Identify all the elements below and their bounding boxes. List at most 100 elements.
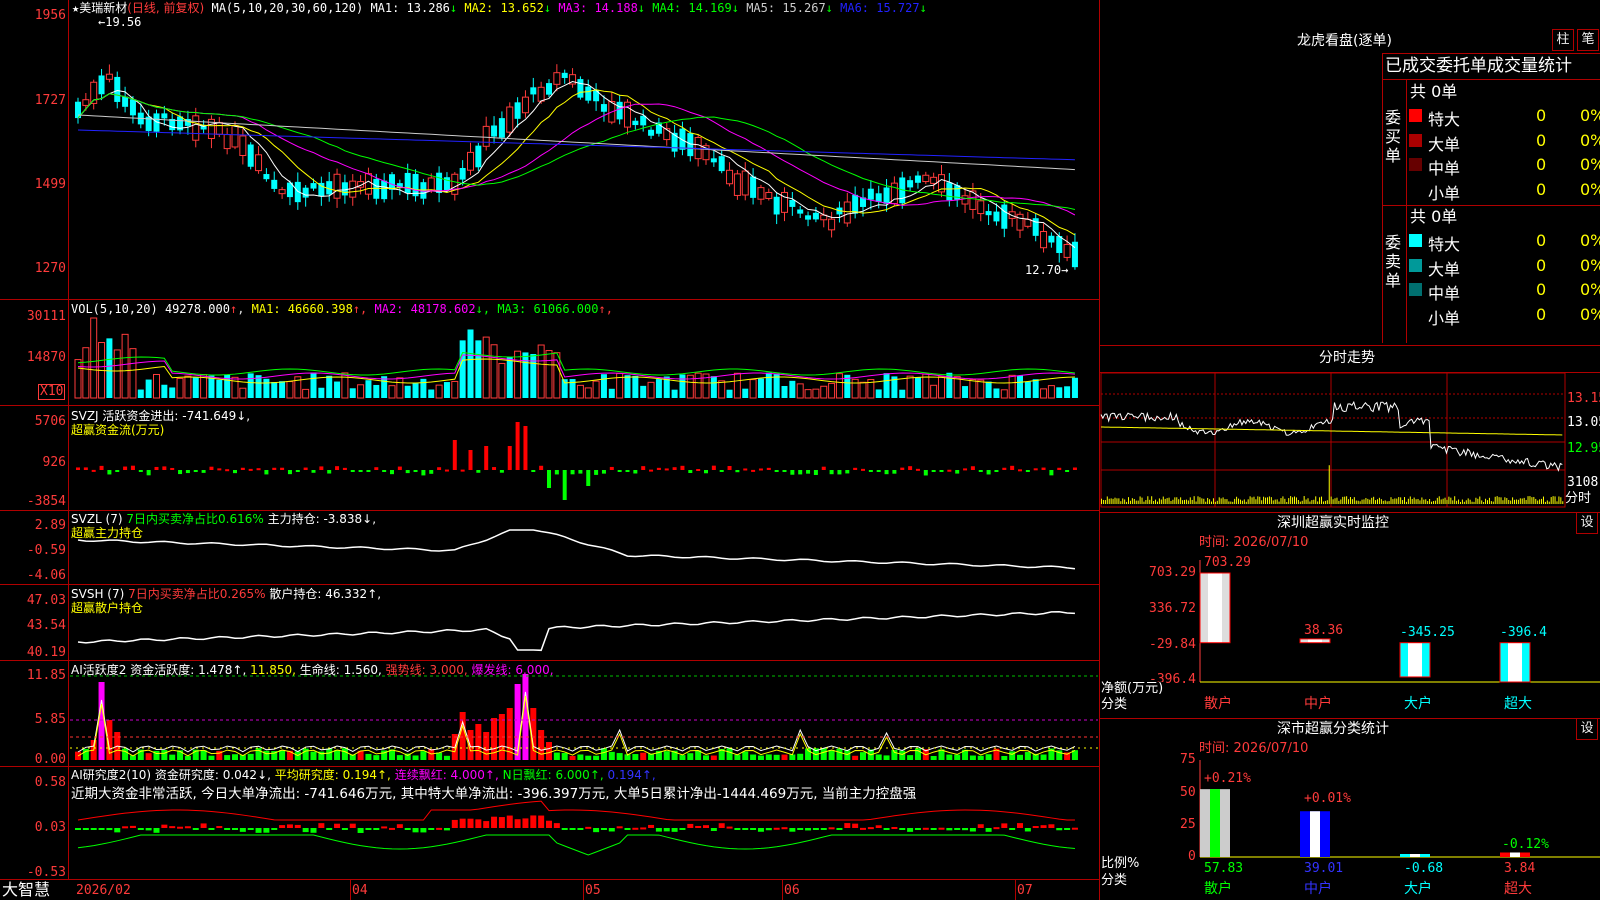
ai2-bar	[381, 826, 388, 829]
svzj-bar	[272, 467, 277, 470]
intraday-vol-bar	[1257, 496, 1259, 504]
ma-line-3	[77, 93, 1076, 216]
bar-mode-button[interactable]: 柱	[1552, 29, 1574, 51]
ai2-bar	[208, 828, 215, 830]
monitor-value-0: 703.29	[1204, 555, 1251, 570]
ai2-bar	[224, 828, 231, 830]
main-chart-area[interactable]: ★美瑞新材(日线, 前复权) MA(5,10,20,30,60,120) MA1…	[0, 0, 1100, 900]
volume-bar	[286, 381, 294, 399]
svzj-bar	[76, 467, 80, 470]
candle	[922, 171, 930, 185]
svzj-bar	[201, 470, 206, 473]
volume-bar	[600, 374, 607, 398]
ai2-bar	[671, 828, 678, 832]
classstat-settings-button[interactable]: 设	[1576, 718, 1598, 740]
intraday-vol-bar	[1548, 501, 1550, 504]
svzj-bar	[806, 470, 811, 474]
monitor-chart[interactable]	[1196, 560, 1600, 720]
ai2-bar	[993, 827, 1000, 830]
volume-bar	[373, 384, 380, 398]
classstat-axis-2: 50	[1180, 785, 1196, 800]
intraday-vol-bar	[1183, 499, 1185, 504]
ai2-bar	[443, 828, 450, 831]
volume-bar	[318, 387, 325, 398]
ai2-bar	[428, 828, 435, 830]
volume-bars	[74, 317, 1078, 399]
ai2-bar	[969, 828, 976, 832]
ai-bar	[184, 755, 191, 760]
intraday-vol-bar	[1436, 497, 1438, 504]
intraday-vol-bar	[1463, 501, 1465, 504]
intraday-vol-bar	[1510, 500, 1512, 504]
intraday-vol-bar	[1224, 499, 1226, 504]
intraday-vol-bar	[1400, 497, 1402, 504]
intraday-vol-bar	[1120, 501, 1122, 504]
ai2-bar	[389, 827, 395, 830]
svzj-bar	[123, 466, 128, 470]
svzj-bar	[154, 466, 159, 470]
ai-bar	[169, 754, 176, 760]
intraday-vol-bar	[1284, 498, 1286, 504]
ai2-bar	[302, 828, 309, 833]
svzj-axis-3: -3854	[26, 494, 66, 509]
ai-bar	[365, 753, 372, 760]
svzj-bar	[1033, 468, 1038, 471]
svzj-bar	[1065, 470, 1070, 472]
volume-bar	[90, 317, 98, 399]
intraday-vol-bar	[1432, 501, 1434, 504]
ai2-bar	[781, 827, 788, 830]
intraday-vol-bar	[1373, 496, 1375, 504]
intraday-chart[interactable]	[1100, 372, 1600, 512]
ai-bar	[1009, 751, 1016, 760]
intraday-vol-bar	[1419, 500, 1421, 504]
volume-bar	[851, 378, 859, 399]
volume-bar	[1071, 377, 1078, 398]
intraday-vol-bar	[1166, 498, 1168, 504]
classstat-change-3: -0.12%	[1502, 837, 1549, 852]
volume-bar	[726, 389, 733, 398]
kline-svg[interactable]	[0, 0, 1100, 900]
svzj-bar	[798, 470, 803, 475]
ai2-bar	[491, 816, 498, 828]
candle	[247, 142, 254, 170]
candle	[569, 68, 577, 88]
ai-bar	[483, 732, 490, 760]
ai2-bar	[129, 825, 136, 828]
volume-bar	[490, 344, 498, 399]
ai2-bar	[679, 828, 686, 830]
dragon-header: 已成交委托单成交量统计	[1385, 56, 1572, 76]
intraday-vol-bar	[1158, 498, 1160, 504]
volume-bar	[498, 362, 506, 399]
ai2-bar	[648, 824, 655, 828]
intraday-vol-bar	[1266, 497, 1268, 504]
intraday-vol-bar	[1421, 497, 1423, 504]
intraday-vol-bar	[1452, 500, 1454, 504]
detail-mode-button[interactable]: 笔	[1577, 29, 1599, 51]
ai-activity-line	[77, 691, 1076, 753]
candle	[192, 107, 200, 148]
ai2-bar	[600, 828, 607, 830]
svzj-line2: 超赢资金流(万元)	[71, 423, 165, 437]
intraday-vol-bar	[1153, 501, 1155, 504]
ai-bar	[522, 674, 529, 760]
intraday-vol-bar	[1376, 499, 1378, 504]
intraday-vol-bar	[1124, 499, 1126, 504]
ai2-bar	[805, 828, 812, 831]
svzj-bar	[947, 469, 952, 472]
classstat-chart[interactable]	[1196, 760, 1600, 880]
intraday-vol-bar	[1147, 496, 1149, 504]
intraday-price-line	[1100, 400, 1563, 472]
monitor-settings-button[interactable]: 设	[1576, 512, 1598, 534]
ai2-bar	[624, 828, 631, 830]
svsh-axis-3: 40.19	[26, 645, 66, 660]
intraday-vol-bar	[1172, 499, 1174, 504]
intraday-vol-bar	[1500, 497, 1502, 504]
candle	[890, 176, 898, 206]
ai2-bar	[98, 828, 105, 830]
svzj-bar	[413, 470, 418, 472]
buy-count: 0	[1536, 106, 1547, 125]
ma-line-1	[77, 80, 1076, 249]
svzj-bar	[649, 469, 654, 472]
ai2-green-line	[77, 834, 1075, 856]
ai2-bar	[899, 828, 906, 830]
